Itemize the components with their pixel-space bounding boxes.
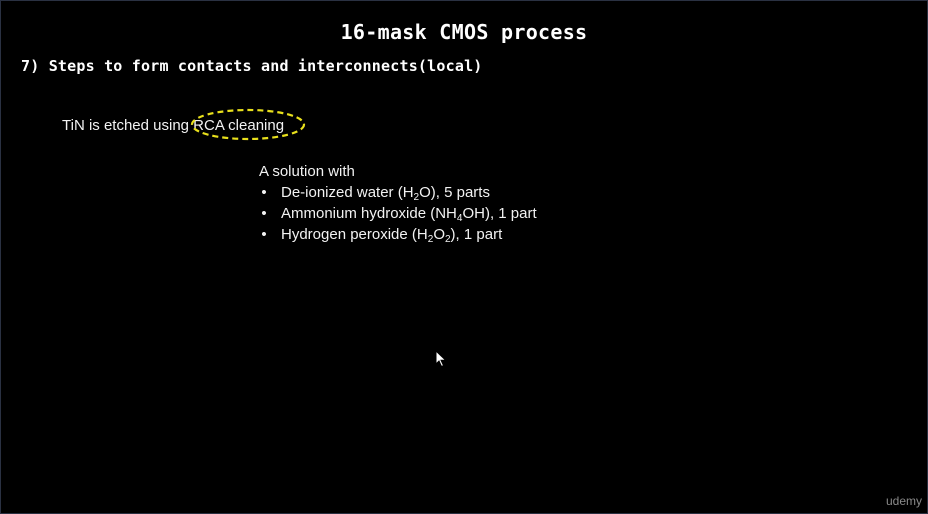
highlight-ellipse <box>190 108 306 141</box>
bullet-icon: • <box>261 205 267 222</box>
slide-frame <box>0 0 928 514</box>
bullet-icon: • <box>261 226 267 243</box>
section-heading: 7) Steps to form contacts and interconne… <box>21 57 483 75</box>
list-item: • Hydrogen peroxide (H2O2), 1 part <box>259 225 537 246</box>
slide-title: 16-mask CMOS process <box>340 20 588 44</box>
udemy-watermark: udemy <box>885 494 922 508</box>
list-item: • De-ionized water (H2O), 5 parts <box>259 183 537 204</box>
solution-intro: A solution with <box>259 163 355 180</box>
mouse-cursor-icon <box>435 350 447 368</box>
etch-prefix: TiN is etched using <box>62 117 194 134</box>
bullet-icon: • <box>261 184 267 201</box>
list-item: • Ammonium hydroxide (NH4OH), 1 part <box>259 204 536 225</box>
solution-list: • De-ionized water (H2O), 5 parts • Ammoni… <box>259 183 537 246</box>
